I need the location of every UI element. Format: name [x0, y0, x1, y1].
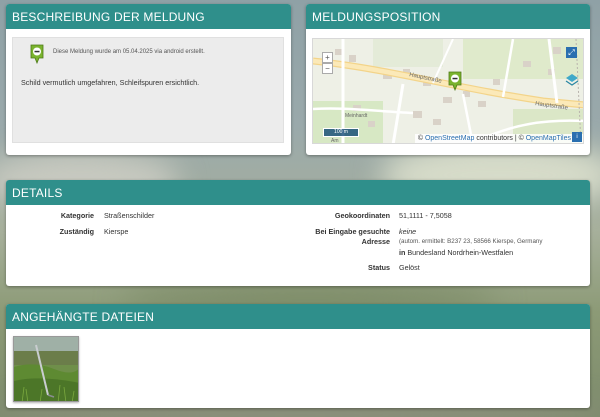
kategorie-label: Kategorie [60, 211, 94, 220]
position-panel-title: MELDUNGSPOSITION [306, 4, 590, 29]
zustaendig-value: Kierspe [104, 227, 129, 236]
details-panel: DETAILS Kategorie Straßenschilder Zustän… [6, 180, 590, 286]
attachment-thumbnail[interactable] [13, 336, 79, 402]
files-panel: ANGEHÄNGTE DATEIEN [6, 304, 590, 408]
adresse-bundesland: Bundesland Nordrhein-Westfalen [407, 248, 514, 257]
attachment-photo [14, 337, 78, 401]
report-meta: Diese Meldung wurde am 05.04.2025 via an… [53, 49, 205, 55]
kategorie-value: Straßenschilder [104, 211, 155, 220]
details-panel-title: DETAILS [6, 180, 590, 205]
zoom-in-button[interactable]: + [322, 52, 333, 63]
map-scale-bar: 100 m [323, 128, 359, 137]
adresse-in: in [399, 248, 406, 257]
openstreetmap-link[interactable]: OpenStreetMap [425, 135, 474, 142]
openmaptiles-link[interactable]: OpenMapTiles [526, 135, 571, 142]
adresse-label-line2: Adresse [361, 237, 390, 246]
description-panel-title: BESCHREIBUNG DER MELDUNG [6, 4, 291, 29]
adresse-bundesland-line: in Bundesland Nordrhein-Westfalen [399, 248, 513, 257]
map-location-marker-icon[interactable] [448, 71, 462, 91]
description-box: Diese Meldung wurde am 05.04.2025 via an… [12, 37, 284, 143]
files-panel-title: ANGEHÄNGTE DATEIEN [6, 304, 590, 329]
geokoordinaten-label: Geokoordinaten [334, 211, 390, 220]
status-value: Gelöst [399, 263, 420, 272]
zoom-out-button[interactable]: − [322, 63, 333, 74]
description-panel: BESCHREIBUNG DER MELDUNG Diese Meldung w… [6, 4, 291, 155]
fullscreen-icon[interactable]: ⤢ [566, 47, 577, 58]
attribution-info-button[interactable]: i [572, 132, 582, 142]
map-attribution: © OpenStreetMap contributors | © OpenMap… [414, 134, 583, 143]
report-description: Schild vermutlich umgefahren, Schleifspu… [21, 78, 200, 87]
geokoordinaten-value: 51,1111 - 7,5058 [399, 211, 452, 220]
status-label: Status [368, 263, 390, 272]
attribution-middle: contributors | © [476, 135, 524, 142]
adresse-label-line1: Bei Eingabe gesuchte [315, 227, 390, 236]
zustaendig-label: Zuständig [59, 227, 94, 236]
map-street-label: Am [331, 138, 339, 144]
adresse-value: keine [399, 227, 417, 236]
attribution-prefix: © [417, 135, 423, 142]
adresse-auto: (autom. ermittelt: B237 23, 58566 Kiersp… [399, 238, 543, 245]
position-panel: MELDUNGSPOSITION Hauptstraße Hauptstraße… [306, 4, 590, 155]
map-street-label: Meinhardt [345, 113, 368, 119]
layers-icon[interactable] [565, 73, 579, 87]
map[interactable]: Hauptstraße Hauptstraße Meinhardt Am + −… [312, 38, 584, 144]
report-marker-icon [30, 44, 44, 64]
